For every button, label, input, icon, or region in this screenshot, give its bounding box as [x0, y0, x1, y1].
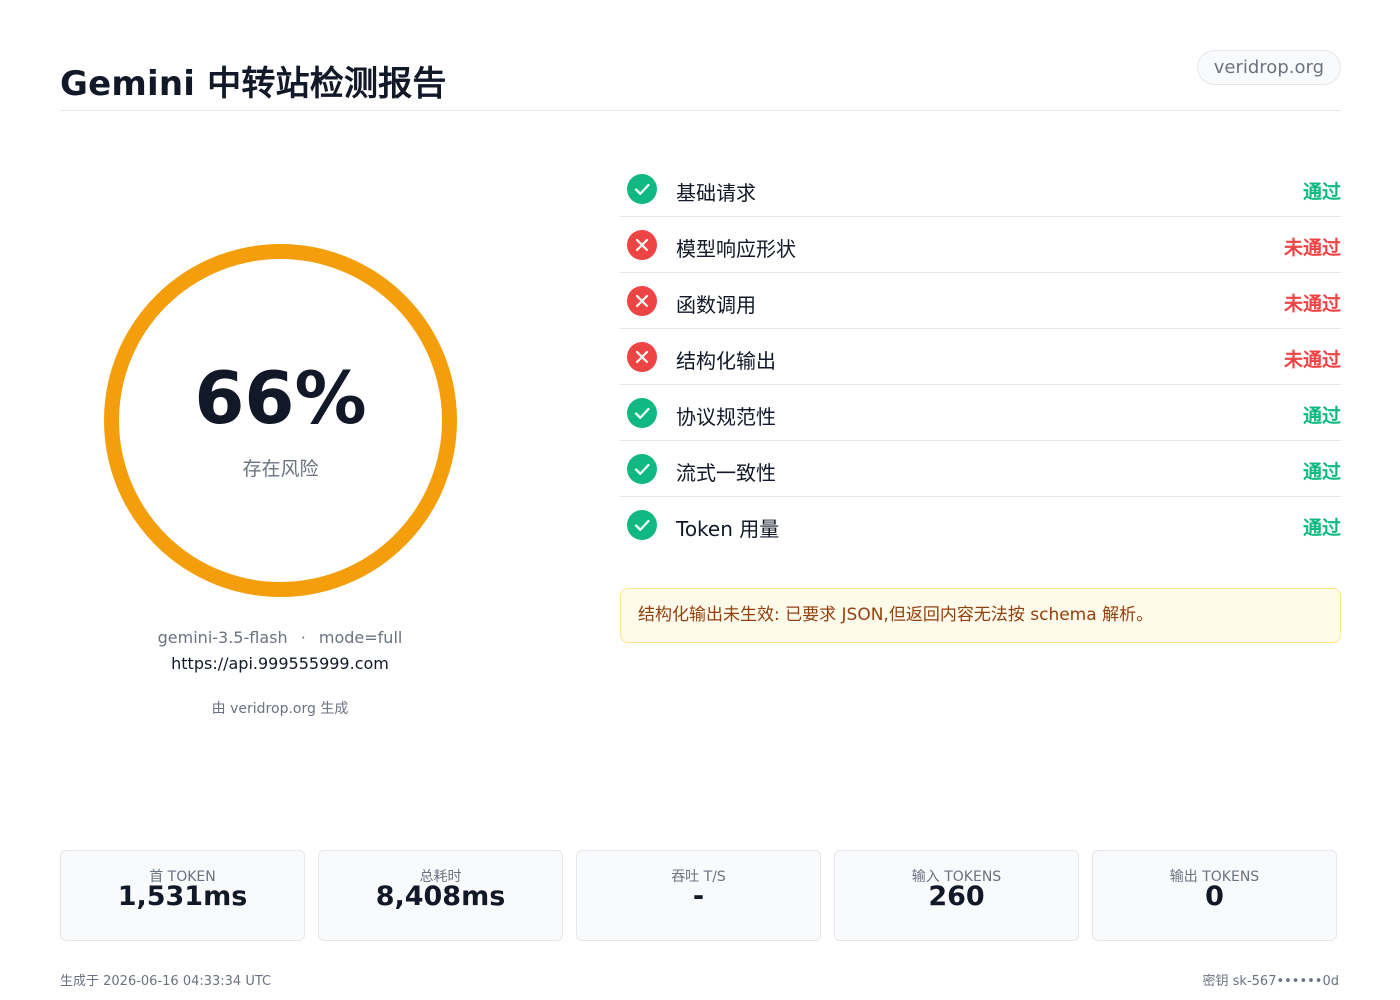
generated-by: 由 veridrop.org 生成 [211, 701, 349, 717]
check-status: 通过 [1302, 181, 1341, 203]
stat-value: - [692, 881, 705, 912]
stat-card: 吞吐 T/S - [576, 850, 821, 941]
check-row: 函数调用 未通过 [620, 273, 1341, 329]
report-page: Gemini 中转站检测报告 veridrop.org 66% 存在风险 gem… [0, 0, 1400, 1000]
endpoint-url[interactable]: https://api.999555999.com [60, 654, 500, 673]
check-icon [627, 174, 657, 204]
check-icon [627, 510, 657, 540]
check-name: Token 用量 [676, 517, 780, 541]
generated-timestamp: 生成于 2026-06-16 04:33:34 UTC [60, 974, 272, 989]
model-info: gemini-3.5-flash · mode=full [60, 628, 500, 647]
stats-row: 首 TOKEN 1,531ms 总耗时 8,408ms 吞吐 T/S - 输入 TOKENS… [60, 850, 1341, 941]
check-row: 流式一致性 通过 [620, 441, 1341, 497]
score-label: 存在风险 [242, 458, 319, 480]
report-header: Gemini 中转站检测报告 veridrop.org [60, 48, 1341, 111]
score-gauge: 66% 存在风险 [104, 244, 457, 597]
stat-card: 总耗时 8,408ms [318, 850, 563, 941]
check-name: 基础请求 [676, 181, 756, 205]
domain-badge[interactable]: veridrop.org [1196, 50, 1341, 85]
x-icon [627, 342, 657, 372]
meta-separator: · [300, 628, 306, 647]
page-title: Gemini 中转站检测报告 [60, 64, 447, 104]
check-name: 流式一致性 [676, 461, 776, 485]
check-status: 通过 [1302, 461, 1341, 483]
check-row: 协议规范性 通过 [620, 385, 1341, 441]
api-key-masked: 密钥 sk-567••••••0d [1202, 974, 1339, 989]
stat-value: 1,531ms [117, 881, 248, 912]
stat-value: 8,408ms [375, 881, 506, 912]
check-status: 未通过 [1283, 349, 1341, 371]
mode-value: mode=full [318, 628, 403, 647]
check-name: 协议规范性 [676, 405, 776, 429]
check-list: 基础请求 通过 模型响应形状 未通过 函数调用 未通过 结构化输出 未通过 协议规范性 通过 流式一… [620, 161, 1341, 553]
warning-notice: 结构化输出未生效: 已要求 JSON,但返回内容无法按 schema 解析。 [620, 588, 1341, 643]
check-status: 通过 [1302, 405, 1341, 427]
check-row: 模型响应形状 未通过 [620, 217, 1341, 273]
check-status: 未通过 [1283, 293, 1341, 315]
check-icon [627, 398, 657, 428]
stat-value: 260 [928, 881, 985, 912]
check-name: 模型响应形状 [676, 237, 796, 261]
check-name: 函数调用 [676, 293, 756, 317]
stat-card: 输入 TOKENS 260 [834, 850, 1079, 941]
model-name: gemini-3.5-flash [157, 628, 288, 647]
score-value: 66% [194, 356, 367, 440]
check-icon [627, 454, 657, 484]
check-row: 结构化输出 未通过 [620, 329, 1341, 385]
check-row: 基础请求 通过 [620, 161, 1341, 217]
stat-card: 输出 TOKENS 0 [1092, 850, 1337, 941]
stat-card: 首 TOKEN 1,531ms [60, 850, 305, 941]
check-name: 结构化输出 [676, 349, 776, 373]
check-status: 通过 [1302, 517, 1341, 539]
check-row: Token 用量 通过 [620, 497, 1341, 553]
x-icon [627, 286, 657, 316]
x-icon [627, 230, 657, 260]
check-status: 未通过 [1283, 237, 1341, 259]
stat-value: 0 [1205, 881, 1224, 912]
